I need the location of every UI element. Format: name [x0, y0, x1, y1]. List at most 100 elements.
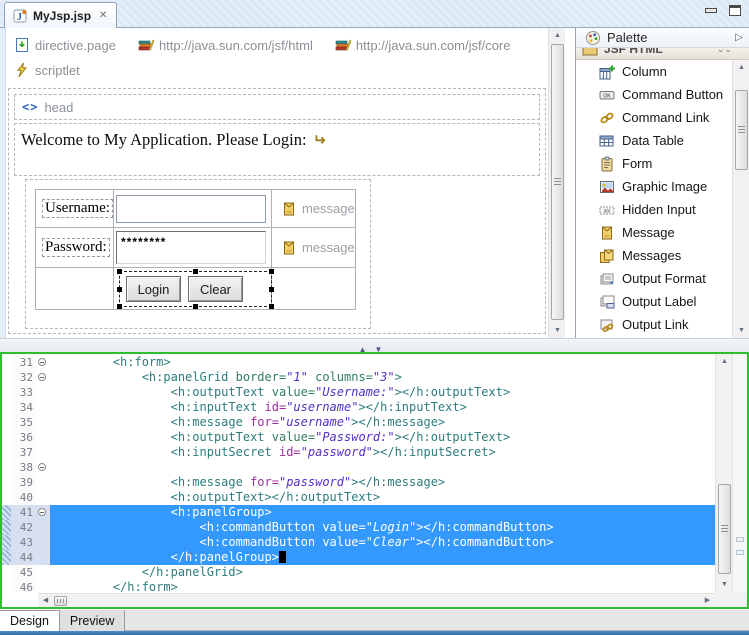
annotation-mark[interactable] [736, 550, 744, 555]
palette-item-output-label[interactable]: Output Label [576, 290, 732, 313]
code-line-44[interactable]: 44 </h:panelGroup> [2, 550, 715, 565]
palette-item-output-format[interactable]: Output Format [576, 267, 732, 290]
palette-item-column[interactable]: Column [576, 60, 732, 83]
line-number[interactable]: 46 [11, 580, 36, 592]
palette-item-messages[interactable]: Messages [576, 244, 732, 267]
collapse-minus-icon[interactable] [38, 508, 46, 516]
source-hscrollbar-thumb[interactable] [54, 596, 67, 606]
palette-vertical-scrollbar[interactable]: ▲ ▼ [732, 60, 749, 338]
palette-item-output-link[interactable]: Output Link [576, 313, 732, 336]
maximize-icon[interactable] [729, 5, 741, 16]
design-scrollbar-thumb[interactable] [551, 44, 564, 320]
palette-expand-icon[interactable]: ▷ [735, 32, 743, 43]
collapse-minus-icon[interactable] [38, 463, 46, 471]
source-code-area[interactable]: 31 <h:form>32 <h:panelGrid border="1" co… [2, 355, 715, 592]
taglib-item[interactable]: scriptlet [14, 62, 80, 78]
code-line-32[interactable]: 32 <h:panelGrid border="1" columns="3"> [2, 370, 715, 385]
line-number[interactable]: 32 [11, 370, 36, 385]
selection-handle[interactable] [193, 269, 198, 274]
design-canvas[interactable]: directive.page http://java.sun.com/jsf/ht… [0, 28, 548, 338]
code-line-33[interactable]: 33 <h:outputText value="Username:"></h:o… [2, 385, 715, 400]
panel-group-selection[interactable]: LoginClear [119, 271, 272, 307]
design-vertical-scrollbar[interactable]: ▲ ▼ [548, 28, 565, 338]
line-number[interactable]: 41 [11, 505, 36, 520]
code-line-45[interactable]: 45 </h:panelGrid> [2, 565, 715, 580]
line-number[interactable]: 42 [11, 520, 36, 535]
scroll-up-icon[interactable]: ▲ [716, 354, 733, 369]
line-number[interactable]: 38 [11, 460, 36, 475]
palette-item-hidden-input[interactable]: ablHidden Input [576, 198, 732, 221]
code-line-37[interactable]: 37 <h:inputSecret id="password"></h:inpu… [2, 445, 715, 460]
line-number[interactable]: 39 [11, 475, 36, 490]
scroll-up-icon[interactable]: ▲ [733, 60, 749, 75]
code-line-41[interactable]: 41 <h:panelGroup> [2, 505, 715, 520]
tab-design[interactable]: Design [0, 610, 60, 631]
code-line-34[interactable]: 34 <h:inputText id="username"></h:inputT… [2, 400, 715, 415]
taglib-item[interactable]: http://java.sun.com/jsf/core [335, 37, 511, 53]
palette-scrollbar-thumb[interactable] [735, 90, 748, 170]
minimize-icon[interactable] [705, 8, 717, 13]
tab-preview[interactable]: Preview [60, 610, 125, 631]
scroll-down-icon[interactable]: ▼ [716, 577, 733, 592]
login-button[interactable]: Login [126, 276, 181, 302]
welcome-output-box[interactable]: Welcome to My Application. Please Login:… [14, 123, 540, 176]
code-line-31[interactable]: 31 <h:form> [2, 355, 715, 370]
palette-item-form[interactable]: Form [576, 152, 732, 175]
palette-group-jsf-html[interactable]: JSF HTML ⌄⌄ [576, 48, 749, 60]
code-line-39[interactable]: 39 <h:message for="password"></h:message… [2, 475, 715, 490]
palette-item-data-table[interactable]: Data Table [576, 129, 732, 152]
palette-item-graphic-image[interactable]: Graphic Image [576, 175, 732, 198]
code-line-40[interactable]: 40 <h:outputText></h:outputText> [2, 490, 715, 505]
code-line-36[interactable]: 36 <h:outputText value="Password:"></h:o… [2, 430, 715, 445]
username-label[interactable]: Username: [42, 199, 113, 218]
scroll-up-icon[interactable]: ▲ [549, 28, 566, 43]
taglib-item[interactable]: directive.page [14, 37, 116, 53]
head-element-box[interactable]: <> head [14, 94, 540, 120]
password-label[interactable]: Password: [42, 238, 110, 257]
source-scrollbar-thumb[interactable] [718, 484, 731, 574]
taglib-item[interactable]: http://java.sun.com/jsf/html [138, 37, 313, 53]
code-line-43[interactable]: 43 <h:commandButton value="Clear"></h:co… [2, 535, 715, 550]
tab-close-icon[interactable]: ✕ [99, 10, 107, 21]
scroll-down-icon[interactable]: ▼ [733, 323, 749, 338]
selection-handle[interactable] [117, 269, 122, 274]
line-number[interactable]: 33 [11, 385, 36, 400]
selection-handle[interactable] [193, 304, 198, 309]
overview-ruler[interactable] [732, 354, 747, 592]
collapse-minus-icon[interactable] [38, 373, 46, 381]
line-number[interactable]: 34 [11, 400, 36, 415]
source-horizontal-scrollbar[interactable]: ◀ ▶ [38, 593, 715, 607]
scroll-right-icon[interactable]: ▶ [700, 594, 715, 608]
selection-handle[interactable] [117, 304, 122, 309]
palette-item-command-button[interactable]: OKCommand Button [576, 83, 732, 106]
line-number[interactable]: 40 [11, 490, 36, 505]
line-number[interactable]: 45 [11, 565, 36, 580]
scroll-left-icon[interactable]: ◀ [38, 594, 53, 608]
message-widget[interactable]: message [272, 240, 355, 256]
line-number[interactable]: 43 [11, 535, 36, 550]
editor-tab-myjsp[interactable]: J MyJsp.jsp ✕ [4, 2, 117, 28]
selection-handle[interactable] [269, 269, 274, 274]
line-number[interactable]: 36 [11, 430, 36, 445]
message-widget[interactable]: message [272, 201, 355, 217]
code-line-35[interactable]: 35 <h:message for="username"></h:message… [2, 415, 715, 430]
selection-handle[interactable] [117, 287, 122, 292]
palette-header[interactable]: Palette ▷ [576, 28, 749, 48]
palette-item-command-link[interactable]: Command Link [576, 106, 732, 129]
line-number[interactable]: 31 [11, 355, 36, 370]
selection-handle[interactable] [269, 287, 274, 292]
password-input[interactable] [116, 231, 266, 264]
source-vertical-scrollbar[interactable]: ▲ ▼ [715, 354, 732, 592]
collapse-minus-icon[interactable] [38, 358, 46, 366]
username-input[interactable] [116, 195, 266, 223]
body-outline-box[interactable]: <> head Welcome to My Application. Pleas… [8, 88, 546, 334]
line-number[interactable]: 35 [11, 415, 36, 430]
split-sash[interactable]: ▲▼ [0, 338, 749, 352]
line-number[interactable]: 44 [11, 550, 36, 565]
form-outline-box[interactable]: Username:messagePassword:messageLoginCle… [25, 179, 371, 329]
code-line-42[interactable]: 42 <h:commandButton value="Login"></h:co… [2, 520, 715, 535]
palette-item-message[interactable]: Message [576, 221, 732, 244]
scroll-down-icon[interactable]: ▼ [549, 323, 566, 338]
code-line-46[interactable]: 46 </h:form> [2, 580, 715, 592]
line-number[interactable]: 37 [11, 445, 36, 460]
